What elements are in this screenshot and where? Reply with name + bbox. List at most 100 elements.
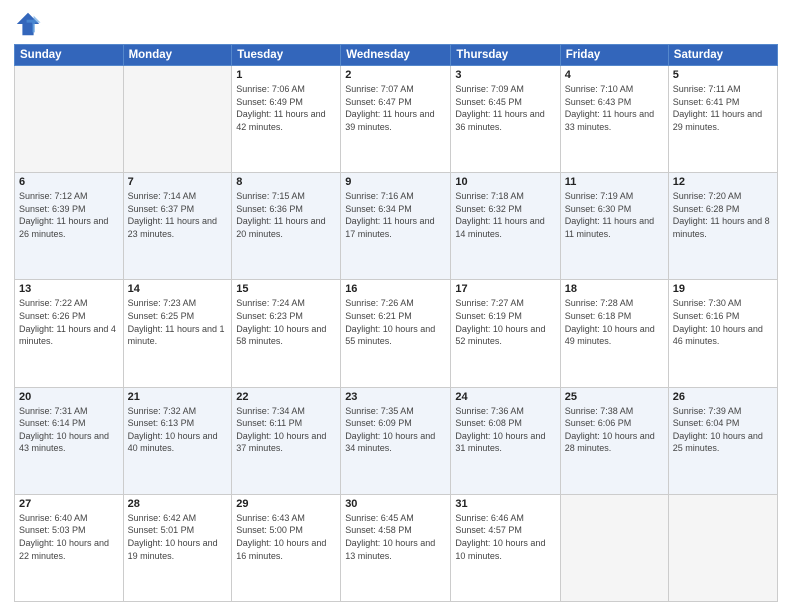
day-info: Sunrise: 7:38 AMSunset: 6:06 PMDaylight:… (565, 405, 664, 455)
calendar-week-row: 6Sunrise: 7:12 AMSunset: 6:39 PMDaylight… (15, 173, 778, 280)
day-number: 24 (455, 391, 555, 403)
day-number: 25 (565, 391, 664, 403)
day-number: 18 (565, 283, 664, 295)
day-number: 17 (455, 283, 555, 295)
day-number: 31 (455, 498, 555, 510)
calendar-cell: 7Sunrise: 7:14 AMSunset: 6:37 PMDaylight… (123, 173, 232, 280)
calendar: SundayMondayTuesdayWednesdayThursdayFrid… (14, 44, 778, 602)
day-number: 12 (673, 176, 773, 188)
calendar-cell: 14Sunrise: 7:23 AMSunset: 6:25 PMDayligh… (123, 280, 232, 387)
calendar-cell: 29 Sunrise: 6:43 AMSunset: 5:00 PMDayligh… (232, 494, 341, 601)
weekday-header: Thursday (451, 45, 560, 66)
calendar-cell: 6Sunrise: 7:12 AMSunset: 6:39 PMDaylight… (15, 173, 124, 280)
day-number: 15 (236, 283, 336, 295)
day-info: Sunrise: 7:30 AMSunset: 6:16 PMDaylight:… (673, 297, 773, 347)
weekday-header: Tuesday (232, 45, 341, 66)
weekday-header: Friday (560, 45, 668, 66)
day-info: Sunrise: 7:07 AMSunset: 6:47 PMDaylight:… (345, 83, 446, 133)
header (14, 10, 778, 38)
day-number: 10 (455, 176, 555, 188)
calendar-cell: 19 Sunrise: 7:30 AMSunset: 6:16 PMDayligh… (668, 280, 777, 387)
calendar-cell: 18 Sunrise: 7:28 AMSunset: 6:18 PMDayligh… (560, 280, 668, 387)
day-number: 22 (236, 391, 336, 403)
day-info: Sunrise: 7:27 AMSunset: 6:19 PMDaylight:… (455, 297, 555, 347)
calendar-cell: 25 Sunrise: 7:38 AMSunset: 6:06 PMDayligh… (560, 387, 668, 494)
day-info: Sunrise: 6:42 AMSunset: 5:01 PMDaylight:… (128, 512, 228, 562)
day-info: Sunrise: 7:09 AMSunset: 6:45 PMDaylight:… (455, 83, 555, 133)
day-info: Sunrise: 7:16 AMSunset: 6:34 PMDaylight:… (345, 190, 446, 240)
day-number: 8 (236, 176, 336, 188)
calendar-cell (668, 494, 777, 601)
day-number: 26 (673, 391, 773, 403)
calendar-cell: 10 Sunrise: 7:18 AMSunset: 6:32 PMDayligh… (451, 173, 560, 280)
calendar-cell: 17 Sunrise: 7:27 AMSunset: 6:19 PMDayligh… (451, 280, 560, 387)
calendar-cell: 22 Sunrise: 7:34 AMSunset: 6:11 PMDayligh… (232, 387, 341, 494)
day-info: Sunrise: 7:11 AMSunset: 6:41 PMDaylight:… (673, 83, 773, 133)
calendar-cell (560, 494, 668, 601)
day-number: 29 (236, 498, 336, 510)
calendar-cell: 3 Sunrise: 7:09 AMSunset: 6:45 PMDaylight… (451, 66, 560, 173)
calendar-cell: 12 Sunrise: 7:20 AMSunset: 6:28 PMDayligh… (668, 173, 777, 280)
day-number: 21 (128, 391, 228, 403)
day-info: Sunrise: 7:19 AMSunset: 6:30 PMDaylight:… (565, 190, 664, 240)
day-number: 16 (345, 283, 446, 295)
calendar-cell: 27Sunrise: 6:40 AMSunset: 5:03 PMDayligh… (15, 494, 124, 601)
logo (14, 10, 46, 38)
day-info: Sunrise: 7:18 AMSunset: 6:32 PMDaylight:… (455, 190, 555, 240)
day-number: 9 (345, 176, 446, 188)
calendar-cell: 8 Sunrise: 7:15 AMSunset: 6:36 PMDaylight… (232, 173, 341, 280)
day-number: 1 (236, 69, 336, 81)
day-info: Sunrise: 7:22 AMSunset: 6:26 PMDaylight:… (19, 297, 119, 347)
weekday-header: Wednesday (341, 45, 451, 66)
day-number: 14 (128, 283, 228, 295)
day-info: Sunrise: 7:06 AMSunset: 6:49 PMDaylight:… (236, 83, 336, 133)
day-info: Sunrise: 6:45 AMSunset: 4:58 PMDaylight:… (345, 512, 446, 562)
calendar-cell: 1 Sunrise: 7:06 AMSunset: 6:49 PMDaylight… (232, 66, 341, 173)
logo-icon (14, 10, 42, 38)
day-info: Sunrise: 7:15 AMSunset: 6:36 PMDaylight:… (236, 190, 336, 240)
day-info: Sunrise: 7:34 AMSunset: 6:11 PMDaylight:… (236, 405, 336, 455)
day-info: Sunrise: 6:43 AMSunset: 5:00 PMDaylight:… (236, 512, 336, 562)
calendar-cell (123, 66, 232, 173)
calendar-cell: 21 Sunrise: 7:32 AMSunset: 6:13 PMDayligh… (123, 387, 232, 494)
day-number: 20 (19, 391, 119, 403)
day-info: Sunrise: 7:24 AMSunset: 6:23 PMDaylight:… (236, 297, 336, 347)
day-info: Sunrise: 7:28 AMSunset: 6:18 PMDaylight:… (565, 297, 664, 347)
day-number: 3 (455, 69, 555, 81)
calendar-cell: 5Sunrise: 7:11 AMSunset: 6:41 PMDaylight… (668, 66, 777, 173)
calendar-cell: 20Sunrise: 7:31 AMSunset: 6:14 PMDayligh… (15, 387, 124, 494)
day-number: 7 (128, 176, 228, 188)
day-info: Sunrise: 7:20 AMSunset: 6:28 PMDaylight:… (673, 190, 773, 240)
calendar-week-row: 20Sunrise: 7:31 AMSunset: 6:14 PMDayligh… (15, 387, 778, 494)
calendar-cell: 15 Sunrise: 7:24 AMSunset: 6:23 PMDayligh… (232, 280, 341, 387)
day-number: 28 (128, 498, 228, 510)
day-info: Sunrise: 7:39 AMSunset: 6:04 PMDaylight:… (673, 405, 773, 455)
day-number: 19 (673, 283, 773, 295)
calendar-cell: 30Sunrise: 6:45 AMSunset: 4:58 PMDayligh… (341, 494, 451, 601)
calendar-cell: 9 Sunrise: 7:16 AMSunset: 6:34 PMDaylight… (341, 173, 451, 280)
calendar-cell (15, 66, 124, 173)
calendar-cell: 28 Sunrise: 6:42 AMSunset: 5:01 PMDayligh… (123, 494, 232, 601)
day-number: 4 (565, 69, 664, 81)
day-info: Sunrise: 7:35 AMSunset: 6:09 PMDaylight:… (345, 405, 446, 455)
day-number: 23 (345, 391, 446, 403)
day-number: 11 (565, 176, 664, 188)
day-info: Sunrise: 7:26 AMSunset: 6:21 PMDaylight:… (345, 297, 446, 347)
calendar-week-row: 13 Sunrise: 7:22 AMSunset: 6:26 PMDayligh… (15, 280, 778, 387)
weekday-header-row: SundayMondayTuesdayWednesdayThursdayFrid… (15, 45, 778, 66)
day-info: Sunrise: 7:36 AMSunset: 6:08 PMDaylight:… (455, 405, 555, 455)
calendar-cell: 23 Sunrise: 7:35 AMSunset: 6:09 PMDayligh… (341, 387, 451, 494)
calendar-week-row: 27Sunrise: 6:40 AMSunset: 5:03 PMDayligh… (15, 494, 778, 601)
calendar-cell: 31Sunrise: 6:46 AMSunset: 4:57 PMDayligh… (451, 494, 560, 601)
day-info: Sunrise: 7:32 AMSunset: 6:13 PMDaylight:… (128, 405, 228, 455)
day-number: 13 (19, 283, 119, 295)
page: SundayMondayTuesdayWednesdayThursdayFrid… (0, 0, 792, 612)
calendar-cell: 11 Sunrise: 7:19 AMSunset: 6:30 PMDayligh… (560, 173, 668, 280)
weekday-header: Saturday (668, 45, 777, 66)
calendar-cell: 26 Sunrise: 7:39 AMSunset: 6:04 PMDayligh… (668, 387, 777, 494)
day-number: 2 (345, 69, 446, 81)
calendar-cell: 24 Sunrise: 7:36 AMSunset: 6:08 PMDayligh… (451, 387, 560, 494)
calendar-cell: 4Sunrise: 7:10 AMSunset: 6:43 PMDaylight… (560, 66, 668, 173)
calendar-cell: 13 Sunrise: 7:22 AMSunset: 6:26 PMDayligh… (15, 280, 124, 387)
day-info: Sunrise: 7:12 AMSunset: 6:39 PMDaylight:… (19, 190, 119, 240)
